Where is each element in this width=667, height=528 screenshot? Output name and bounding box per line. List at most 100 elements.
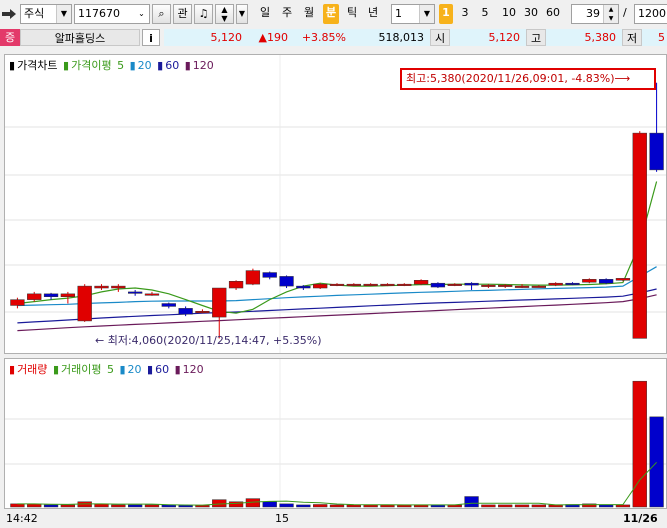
- volume-bar: [128, 504, 143, 508]
- vol-ma20-label[interactable]: 20: [128, 363, 142, 376]
- interval-select[interactable]: 1 ▼: [391, 4, 435, 24]
- candle-body: [60, 293, 76, 297]
- candle-body: [161, 303, 176, 307]
- prev-next-stepper[interactable]: ▲ ▼: [215, 4, 234, 24]
- x-tick-label: 15: [275, 512, 289, 525]
- price-ma-title[interactable]: 가격이평: [71, 59, 111, 72]
- candle-body: [195, 311, 210, 314]
- volume-bar: [279, 503, 294, 508]
- quick-interval-5[interactable]: 5: [478, 4, 492, 24]
- candle-body: [329, 283, 345, 286]
- time-axis: 14:42 15 11/26: [0, 509, 667, 528]
- ma60-label[interactable]: 60: [165, 59, 179, 72]
- vol-ma5-label[interactable]: 5: [107, 363, 114, 376]
- chevron-down-icon[interactable]: ▼: [419, 5, 434, 23]
- period-day[interactable]: 일: [257, 4, 273, 24]
- total-count-input[interactable]: 1200: [634, 4, 667, 24]
- ma5-label[interactable]: 5: [117, 59, 124, 72]
- candle-body: [262, 272, 277, 278]
- volume-bar: [481, 504, 496, 508]
- candle-body: [279, 276, 294, 287]
- stock-code-value: 117670: [78, 7, 120, 20]
- volume-bar: [329, 504, 345, 508]
- legend-marker-icon: ▮: [184, 59, 191, 72]
- stock-name[interactable]: 알파홀딩스: [20, 29, 140, 46]
- ma5-line: [17, 181, 658, 314]
- period-minute[interactable]: 분: [323, 4, 339, 24]
- quick-interval-1[interactable]: 1: [439, 4, 453, 24]
- notification-button[interactable]: ♫: [194, 4, 213, 24]
- current-price: 5,120: [164, 29, 248, 46]
- price-chart-title[interactable]: 가격차트: [17, 59, 57, 72]
- quick-interval-30[interactable]: 30: [521, 4, 541, 24]
- ma60-line: [17, 288, 657, 324]
- ma20-label[interactable]: 20: [138, 59, 152, 72]
- volume-bar: [313, 504, 328, 508]
- candle-body: [649, 132, 664, 171]
- vol-ma60-label[interactable]: 60: [155, 363, 169, 376]
- legend-marker-icon: ▮: [52, 363, 59, 376]
- volume-bar: [262, 501, 277, 508]
- market-type-select[interactable]: 주식 ▼: [20, 4, 72, 24]
- search-icon: ⌕: [158, 7, 165, 20]
- candle-body: [598, 279, 614, 284]
- candle-body: [514, 285, 530, 288]
- down-arrow-icon[interactable]: ▼: [216, 14, 233, 23]
- stock-code-input[interactable]: 117670 ⌄: [74, 4, 150, 24]
- volume-chart[interactable]: [5, 359, 667, 509]
- stepper-arrows-icon[interactable]: ▲ ▼: [603, 5, 618, 23]
- legend-marker-icon: ▮: [174, 363, 181, 376]
- chevron-down-icon[interactable]: ▼: [56, 5, 71, 23]
- info-button[interactable]: i: [142, 29, 160, 46]
- price-change: ▲190: [248, 29, 294, 46]
- chevron-down-icon[interactable]: ⌄: [134, 5, 149, 23]
- up-arrow-icon[interactable]: ▲: [216, 5, 233, 14]
- legend-marker-icon: ▮: [9, 59, 16, 72]
- chevron-down-icon: ▼: [238, 9, 246, 18]
- interest-button[interactable]: 관: [173, 4, 192, 24]
- interest-label: 관: [177, 7, 188, 20]
- quick-interval-3[interactable]: 3: [458, 4, 472, 24]
- count-stepper[interactable]: 39 ▲ ▼: [571, 4, 619, 24]
- quick-interval-60[interactable]: 60: [543, 4, 563, 24]
- volume-legend: ▮ 거래량 ▮ 거래이평 5 ▮ 20 ▮ 60 ▮ 120: [9, 361, 206, 377]
- ma120-line: [17, 294, 657, 332]
- vol-ma120-label[interactable]: 120: [183, 363, 204, 376]
- volume-bar: [649, 416, 664, 508]
- volume-bar: [498, 504, 513, 508]
- volume-bar: [346, 504, 361, 508]
- volume-chart-title[interactable]: 거래량: [17, 363, 47, 376]
- margin-badge: 증: [0, 29, 20, 46]
- candle-body: [346, 283, 361, 286]
- ma120-label[interactable]: 120: [193, 59, 214, 72]
- search-button[interactable]: ⌕: [152, 4, 171, 24]
- candle-body: [565, 282, 580, 285]
- more-button[interactable]: ▼: [236, 4, 248, 24]
- legend-marker-icon: ▮: [129, 59, 136, 72]
- screen-link-icon[interactable]: [0, 4, 20, 24]
- period-week[interactable]: 주: [279, 4, 295, 24]
- volume-chart-pane[interactable]: ▮ 거래량 ▮ 거래이평 5 ▮ 20 ▮ 60 ▮ 120: [4, 358, 667, 509]
- volume-ma-title[interactable]: 거래이평: [61, 363, 101, 376]
- candle-body: [481, 284, 496, 287]
- legend-marker-icon: ▮: [63, 59, 70, 72]
- candle-body: [430, 282, 446, 288]
- candle-body: [27, 293, 42, 300]
- period-tick[interactable]: 틱: [344, 4, 360, 24]
- price-legend: ▮ 가격차트 ▮ 가격이평 5 ▮ 20 ▮ 60 ▮ 120: [9, 57, 216, 73]
- price-chart[interactable]: [5, 55, 667, 354]
- price-chart-pane[interactable]: ▮ 가격차트 ▮ 가격이평 5 ▮ 20 ▮ 60 ▮ 120 최고:5,380(2020…: [4, 54, 667, 354]
- legend-marker-icon: ▮: [119, 363, 126, 376]
- period-month[interactable]: 월: [301, 4, 317, 24]
- candle-body: [43, 293, 59, 297]
- candle-body: [615, 278, 631, 281]
- candle-body: [212, 287, 227, 318]
- legend-marker-icon: ▮: [9, 363, 16, 376]
- quick-interval-10[interactable]: 10: [499, 4, 519, 24]
- period-year[interactable]: 년: [365, 4, 381, 24]
- price-change-pct: +3.85%: [294, 29, 352, 46]
- candle-body: [77, 285, 92, 322]
- volume-bar: [296, 504, 311, 508]
- vol-ma5-line: [17, 461, 657, 506]
- chart-toolbar: 주식 ▼ 117670 ⌄ ⌕ 관 ♫ ▲ ▼ ▼ 일 주 월 분 틱 년 1 …: [0, 0, 667, 28]
